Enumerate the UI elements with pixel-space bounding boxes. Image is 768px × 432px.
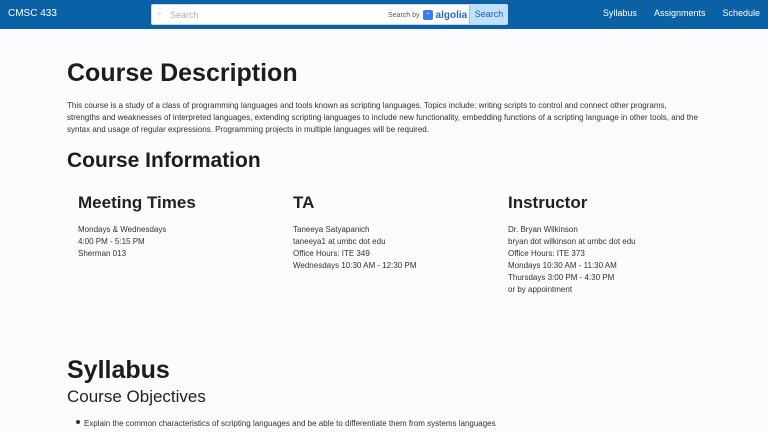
instructor-email: bryan dot wilkinson at umbc dot edu (508, 237, 636, 246)
ta-name: Taneeya Satyapanich (293, 225, 370, 234)
algolia-wordmark: algolia (435, 9, 468, 21)
search-icon: ⌕ (157, 9, 162, 18)
ta-office: Office Hours: ITE 349 (293, 249, 370, 258)
course-information-title: Course Information (67, 149, 261, 172)
course-description-text: This course is a study of a class of pro… (67, 101, 698, 134)
instructor-name: Dr. Bryan Wilkinson (508, 225, 578, 234)
course-description-title: Course Description (67, 59, 298, 87)
syllabus-title: Syllabus (67, 356, 170, 384)
ta-heading: TA (293, 193, 315, 212)
search-input[interactable] (170, 7, 370, 22)
search-provider[interactable]: Search by ◔ algolia (388, 9, 467, 21)
top-navbar: CMSC 433 ⌕ Search by ◔ algolia Search Sy… (0, 0, 768, 29)
site-brand-link[interactable]: CMSC 433 (8, 8, 57, 19)
ta-card: TA Taneeya Satyapanich taneeya1 at umbc … (293, 193, 483, 272)
nav-link-assignments[interactable]: Assignments (654, 8, 706, 18)
ta-email: taneeya1 at umbc dot edu (293, 237, 386, 246)
nav-link-syllabus[interactable]: Syllabus (603, 8, 637, 18)
primary-nav: Syllabus Assignments Schedule (603, 8, 760, 18)
instructor-hours-monday: Mondays 10:30 AM - 11:30 AM (508, 261, 617, 270)
meeting-days: Mondays & Wednesdays (78, 225, 167, 234)
meeting-times-heading: Meeting Times (78, 193, 196, 212)
instructor-card: Instructor Dr. Bryan Wilkinson bryan dot… (508, 193, 698, 296)
bullet-icon (76, 420, 80, 424)
instructor-appointment: or by appointment (508, 285, 573, 294)
search-button[interactable]: Search (469, 5, 508, 24)
meeting-time: 4:00 PM - 5:15 PM (78, 237, 145, 246)
nav-link-schedule[interactable]: Schedule (722, 8, 760, 18)
search-box: ⌕ Search by ◔ algolia Search (151, 4, 508, 25)
search-by-label: Search by (388, 11, 420, 19)
objective-item: Explain the common characteristics of sc… (84, 419, 496, 428)
meeting-room: Sherman 013 (78, 249, 127, 258)
instructor-heading: Instructor (508, 193, 588, 212)
instructor-office: Office Hours: ITE 373 (508, 249, 585, 258)
instructor-hours-thursday: Thursdays 3:00 PM - 4:30 PM (508, 273, 615, 282)
meeting-times-card: Meeting Times Mondays & Wednesdays 4:00 … (78, 193, 268, 260)
algolia-logo-icon: ◔ (422, 10, 433, 20)
course-objectives-title: Course Objectives (67, 387, 206, 406)
ta-hours: Wednesdays 10:30 AM - 12:30 PM (293, 261, 417, 270)
